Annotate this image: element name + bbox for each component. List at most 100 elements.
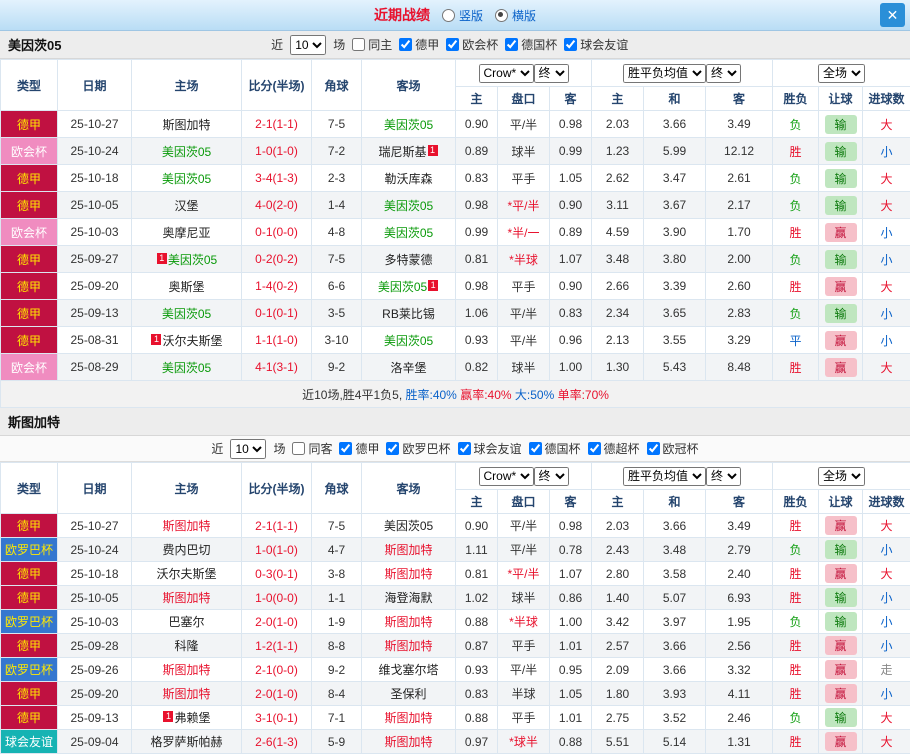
close-button[interactable]: ✕ [880, 3, 905, 27]
handicap-result-cell: 赢 [819, 658, 863, 682]
win-lose-cell: 胜 [773, 219, 819, 246]
same-venue-filter-checkbox[interactable] [292, 442, 305, 455]
match-row: 德甲25-10-27斯图加特2-1(1-1)7-5美因茨050.90平/半0.9… [1, 111, 910, 138]
avg-stage-select[interactable]: 终 [706, 467, 741, 486]
recent-count-select[interactable]: 10 [290, 35, 326, 55]
league-filter-0-checkbox[interactable] [399, 38, 412, 51]
league-filter-1[interactable]: 欧会杯 [446, 36, 498, 53]
score-cell: 1-2(1-1) [242, 634, 312, 658]
league-filter-2[interactable]: 德国杯 [505, 36, 557, 53]
avg-home-odds: 2.09 [592, 658, 644, 682]
same-venue-filter-label: 同客 [308, 440, 332, 457]
col-header: 角球 [312, 463, 362, 514]
avg-draw-odds: 3.66 [644, 111, 706, 138]
league-filter-3-label: 球会友谊 [580, 36, 628, 53]
league-filter-0[interactable]: 德甲 [399, 36, 439, 53]
league-filter-2-checkbox[interactable] [458, 442, 471, 455]
home-team-cell: 科隆 [132, 634, 242, 658]
handicap-result-badge: 赢 [825, 564, 857, 583]
team-name: 斯图加特 [384, 543, 432, 557]
league-filter-3-checkbox[interactable] [564, 38, 577, 51]
league-type-badge: 德甲 [1, 300, 58, 327]
odds-stage-select[interactable]: 终 [534, 64, 569, 83]
home-team-cell: 美因茨05 [132, 300, 242, 327]
match-row: 欧会杯25-10-03奥摩尼亚0-1(0-0)4-8美因茨050.99*半/一0… [1, 219, 910, 246]
odds-stage-select[interactable]: 终 [534, 467, 569, 486]
handicap-home-odds: 0.97 [456, 730, 498, 754]
league-filter-2[interactable]: 球会友谊 [458, 440, 522, 457]
same-venue-filter[interactable]: 同客 [292, 440, 332, 457]
same-venue-filter-checkbox[interactable] [352, 38, 365, 51]
league-filter-4-checkbox[interactable] [588, 442, 601, 455]
recent-count-select[interactable]: 10 [230, 439, 266, 459]
score-cell: 1-4(0-2) [242, 273, 312, 300]
league-filter-2-label: 球会友谊 [474, 440, 522, 457]
avg-draw-odds: 3.52 [644, 706, 706, 730]
same-venue-filter[interactable]: 同主 [352, 36, 392, 53]
league-filter-3[interactable]: 球会友谊 [564, 36, 628, 53]
avg-odds-select[interactable]: 胜平负均值 [623, 467, 706, 486]
win-lose-cell: 胜 [773, 682, 819, 706]
odds-company-select[interactable]: Crow* [479, 467, 534, 486]
layout-radio-horizontal[interactable]: 横版 [495, 7, 536, 24]
scope-select[interactable]: 全场 [818, 467, 865, 486]
team-section-0: 美因茨05近10场同主德甲欧会杯德国杯球会友谊类型日期主场比分(半场)角球客场C… [0, 31, 910, 408]
league-filter-1-checkbox[interactable] [386, 442, 399, 455]
team-name: 美因茨05 [168, 253, 217, 267]
league-filter-5-checkbox[interactable] [647, 442, 660, 455]
league-filter-1[interactable]: 欧罗巴杯 [386, 440, 450, 457]
league-filter-0-checkbox[interactable] [339, 442, 352, 455]
handicap-result-badge: 输 [825, 169, 857, 188]
handicap-home-odds: 0.90 [456, 514, 498, 538]
away-team-cell: 斯图加特 [362, 730, 456, 754]
match-date: 25-08-31 [58, 327, 132, 354]
team-name: 弗赖堡 [174, 711, 210, 725]
scope-select[interactable]: 全场 [818, 64, 865, 83]
home-team-cell: 奥斯堡 [132, 273, 242, 300]
col-header: 日期 [58, 463, 132, 514]
league-type-badge: 欧罗巴杯 [1, 610, 58, 634]
handicap-away-odds: 0.96 [550, 327, 592, 354]
score-cell: 0-1(0-1) [242, 300, 312, 327]
handicap-away-odds: 1.05 [550, 165, 592, 192]
league-filter-0[interactable]: 德甲 [339, 440, 379, 457]
handicap-home-odds: 0.98 [456, 192, 498, 219]
league-filter-4[interactable]: 德超杯 [588, 440, 640, 457]
avg-away-odds: 2.17 [706, 192, 773, 219]
avg-away-odds: 2.46 [706, 706, 773, 730]
odds-company-select[interactable]: Crow* [479, 64, 534, 83]
match-date: 25-08-29 [58, 354, 132, 381]
match-row: 德甲25-10-05斯图加特1-0(0-0)1-1海登海默1.02球半0.861… [1, 586, 910, 610]
handicap-home-odds: 0.99 [456, 219, 498, 246]
league-filter-3[interactable]: 德国杯 [529, 440, 581, 457]
win-lose-cell: 胜 [773, 138, 819, 165]
handicap-result-badge: 输 [825, 612, 857, 631]
team-name: 斯图加特 [384, 735, 432, 749]
score-cell: 2-6(1-3) [242, 730, 312, 754]
avg-odds-select[interactable]: 胜平负均值 [623, 64, 706, 83]
league-filter-1-checkbox[interactable] [446, 38, 459, 51]
league-filter-5[interactable]: 欧冠杯 [647, 440, 699, 457]
handicap-result-badge: 赢 [825, 732, 857, 751]
sub-col-header: 胜负 [773, 87, 819, 111]
corners-cell: 4-7 [312, 538, 362, 562]
match-date: 25-10-18 [58, 562, 132, 586]
avg-draw-odds: 3.48 [644, 538, 706, 562]
league-filter-3-checkbox[interactable] [529, 442, 542, 455]
corners-cell: 8-8 [312, 634, 362, 658]
handicap-result-badge: 输 [825, 540, 857, 559]
avg-stage-select[interactable]: 终 [706, 64, 741, 83]
win-lose-cell: 胜 [773, 586, 819, 610]
avg-draw-odds: 3.55 [644, 327, 706, 354]
handicap-line: 平手 [498, 165, 550, 192]
avg-home-odds: 2.80 [592, 562, 644, 586]
team-name: 斯图加特 [384, 615, 432, 629]
win-lose-cell: 胜 [773, 273, 819, 300]
handicap-away-odds: 1.05 [550, 682, 592, 706]
recent-results-window: 近期战绩 竖版 横版 ✕ 美因茨05近10场同主德甲欧会杯德国杯球会友谊类型日期… [0, 0, 910, 754]
handicap-away-odds: 0.98 [550, 111, 592, 138]
league-filter-2-checkbox[interactable] [505, 38, 518, 51]
layout-radio-vertical[interactable]: 竖版 [442, 7, 483, 24]
handicap-result-badge: 输 [825, 304, 857, 323]
red-card-badge: 1 [157, 253, 167, 264]
